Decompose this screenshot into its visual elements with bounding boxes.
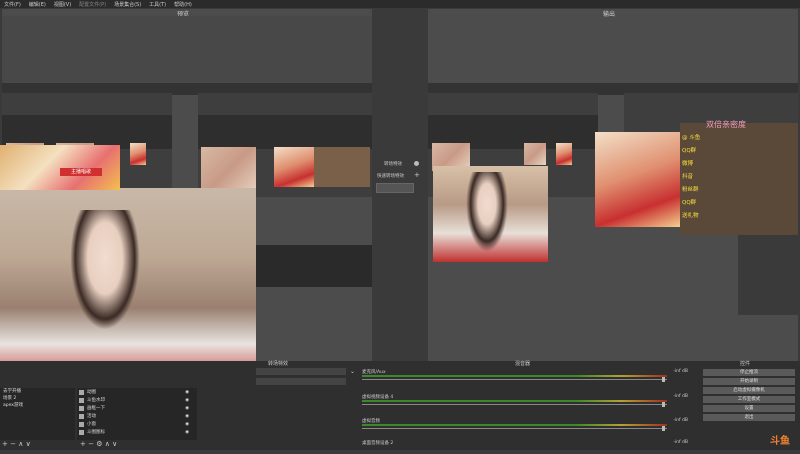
scene-item[interactable]: apex游戏 <box>0 402 75 409</box>
source-label: 动图 <box>87 390 96 395</box>
menu-help[interactable]: 帮助(H) <box>170 1 196 8</box>
down-icon[interactable]: ∨ <box>112 440 117 448</box>
source-label: 斗图图标 <box>87 430 105 435</box>
scene-item[interactable]: 去学开播 <box>0 388 75 395</box>
overlay-line-5: 粉丝群 <box>682 187 699 193</box>
controls-title: 控件 <box>740 361 751 367</box>
quick-transition-label: 快速转场特效 <box>377 174 404 179</box>
menu-tools[interactable]: 工具(T) <box>145 1 170 8</box>
transitions-dock-title: 转场特效 <box>268 361 289 367</box>
remove-icon[interactable]: − <box>88 440 94 448</box>
menu-view[interactable]: 视图(V) <box>50 1 75 8</box>
menu-profile[interactable]: 配置文件(P) <box>75 1 110 8</box>
volume-knob[interactable] <box>662 402 665 407</box>
program-anime-art <box>595 132 680 227</box>
mixer-channel: 麦克风/Aux -inf dB <box>362 369 692 383</box>
program-panel: 输出 双倍亲密度 @ 斗鱼 QQ群 微博 抖音 粉丝群 QQ群 送礼物 <box>428 9 798 361</box>
down-icon[interactable]: ∨ <box>26 440 31 448</box>
transition-select[interactable] <box>256 368 346 375</box>
eye-icon[interactable]: ◉ <box>185 422 189 427</box>
webcam-face <box>70 210 140 330</box>
volume-slider[interactable] <box>362 379 667 380</box>
volume-slider[interactable] <box>362 428 667 429</box>
mixer-channel-db: -inf dB <box>673 394 688 399</box>
mixer-channel-db: -inf dB <box>673 418 688 423</box>
overlay-line-6: QQ群 <box>682 200 697 206</box>
source-label: 斗鱼水印 <box>87 398 105 403</box>
volume-meter <box>362 400 667 402</box>
up-icon[interactable]: ∧ <box>18 440 23 448</box>
mixer-channel: 虚拟视频设备 4 -inf dB <box>362 394 692 408</box>
transition-gear-icon[interactable] <box>414 161 419 166</box>
eye-icon[interactable]: ◉ <box>185 406 189 411</box>
volume-meter <box>362 375 667 377</box>
up-icon[interactable]: ∧ <box>105 440 110 448</box>
overlay-line-3: 微博 <box>682 161 694 167</box>
overlay-line-7: 送礼物 <box>682 213 699 219</box>
start-recording-button[interactable]: 开始录制 <box>703 378 795 385</box>
exit-button[interactable]: 退出 <box>703 414 795 421</box>
scene-item[interactable]: 场景 2 <box>0 395 75 402</box>
eye-icon[interactable]: ◉ <box>185 390 189 395</box>
stop-stream-button[interactable]: 停止推流 <box>703 369 795 376</box>
eye-icon[interactable]: ◉ <box>185 414 189 419</box>
douyu-watermark: 斗鱼 <box>770 436 790 447</box>
overlay-line-1: @ 斗鱼 <box>682 135 701 141</box>
sources-dock: 动图 ◉ 斗鱼水印 ◉ 画框一下 ◉ 活动 ◉ 小窗 ◉ 斗图图标 ◉ <box>77 388 197 440</box>
eye-icon[interactable]: ◉ <box>185 430 189 435</box>
mixer-channel-label: 桌面音频设备 2 <box>362 441 394 446</box>
program-thumb-2 <box>524 143 546 165</box>
mixer-channel-db: -inf dB <box>673 369 688 374</box>
preview-anime-art <box>274 147 314 187</box>
studio-mode-button[interactable]: 工作室模式 <box>703 396 795 403</box>
volume-knob[interactable] <box>662 426 665 431</box>
add-icon[interactable]: + <box>2 440 8 448</box>
source-item[interactable]: 斗鱼水印 ◉ <box>77 396 197 404</box>
transition-button[interactable] <box>376 183 414 193</box>
overlay-line-4: 抖音 <box>682 174 694 180</box>
source-item[interactable]: 小窗 ◉ <box>77 420 197 428</box>
source-item[interactable]: 活动 ◉ <box>77 412 197 420</box>
settings-button[interactable]: 设置 <box>703 405 795 412</box>
program-title: 输出 <box>603 11 616 18</box>
sources-toolbar: + − ⚙ ∧ ∨ <box>80 440 117 448</box>
volume-knob[interactable] <box>662 377 665 382</box>
program-webcam-hair <box>466 172 508 252</box>
mixer-channel: 桌面音频设备 2 -inf dB <box>362 440 692 454</box>
mixer-channel-db: -inf dB <box>673 440 688 445</box>
transition-select-arrow-icon[interactable]: ⌄ <box>350 368 355 375</box>
preview-thumb-3 <box>130 143 146 165</box>
scenes-dock: 去学开播 场景 2 apex游戏 <box>0 388 75 440</box>
eye-icon[interactable]: ◉ <box>185 398 189 403</box>
mixer-title: 混音器 <box>515 361 531 367</box>
scenes-toolbar: + − ∧ ∨ <box>2 440 31 448</box>
menu-file[interactable]: 文件(F) <box>0 1 25 8</box>
gear-icon[interactable]: ⚙ <box>96 440 102 448</box>
source-item[interactable]: 斗图图标 ◉ <box>77 428 197 436</box>
volume-slider[interactable] <box>362 404 667 405</box>
source-item[interactable]: 画框一下 ◉ <box>77 404 197 412</box>
add-transition-icon[interactable]: + <box>414 171 420 179</box>
source-label: 活动 <box>87 414 96 419</box>
stream-title-badge: 主播唱歌 <box>60 168 102 176</box>
menu-scene-collection[interactable]: 场景集合(S) <box>110 1 145 8</box>
mixer-channel: 虚拟音频 -inf dB <box>362 418 692 432</box>
source-label: 小窗 <box>87 422 96 427</box>
source-item[interactable]: 动图 ◉ <box>77 388 197 396</box>
volume-meter <box>362 424 667 426</box>
preview-overlay-text <box>314 147 370 187</box>
source-label: 画框一下 <box>87 406 105 411</box>
remove-icon[interactable]: − <box>10 440 16 448</box>
start-virtual-camera-button[interactable]: 启动虚拟摄像机 <box>703 387 795 394</box>
menu-bar: 文件(F) 编辑(E) 视图(V) 配置文件(P) 场景集合(S) 工具(T) … <box>0 0 800 8</box>
program-thumb-3 <box>556 143 572 165</box>
overlay-line-2: QQ群 <box>682 148 697 154</box>
menu-edit[interactable]: 编辑(E) <box>25 1 50 8</box>
transition-label: 转场特效 <box>384 162 402 167</box>
add-icon[interactable]: + <box>80 440 86 448</box>
program-overlay-title: 双倍亲密度 <box>706 120 746 129</box>
